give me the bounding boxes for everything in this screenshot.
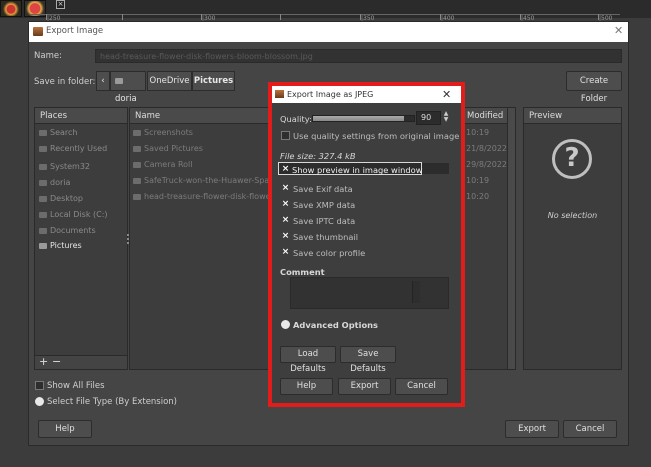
folder-icon	[133, 161, 141, 168]
jpeg-export-button[interactable]: Export	[338, 378, 391, 395]
filename-input[interactable]: head-treasure-flower-disk-flowers-bloom-…	[95, 49, 622, 63]
modified-cell: 10:20	[466, 192, 490, 201]
create-folder-button[interactable]: Create Folder	[566, 71, 622, 104]
remove-place-button[interactable]: −	[52, 355, 61, 368]
file-row[interactable]: SafeTruck-won-the-Huawer-Spark-l	[133, 176, 282, 185]
folder-icon	[115, 77, 123, 84]
show-preview-checkbox[interactable]: ×	[281, 165, 290, 174]
folder-icon	[39, 179, 47, 186]
save-thumbnail-label: Save thumbnail	[293, 232, 359, 242]
modified-header[interactable]: Modified	[465, 108, 507, 124]
comment-label: Comment	[280, 267, 325, 277]
save-thumbnail-checkbox[interactable]: ×	[281, 232, 290, 241]
comment-textarea[interactable]	[290, 277, 449, 309]
select-file-type-label[interactable]: Select File Type (By Extension)	[47, 397, 177, 407]
comment-scrollbar[interactable]	[412, 281, 420, 303]
folder-icon	[133, 145, 141, 152]
quality-slider-fill	[313, 116, 404, 121]
breadcrumb-pictures[interactable]: Pictures	[192, 71, 235, 91]
drive-icon	[39, 211, 47, 218]
place-system32[interactable]: System32	[39, 162, 90, 171]
quality-slider[interactable]	[312, 115, 415, 122]
no-selection-label: No selection	[547, 211, 598, 220]
preview-panel: Preview ? No selection	[523, 107, 622, 370]
gimp-icon	[33, 27, 43, 36]
file-row[interactable]: head-treasure-flower-disk-flowers	[133, 192, 278, 201]
show-all-files-label: Show All Files	[47, 381, 105, 391]
files-scrollbar[interactable]	[507, 108, 515, 369]
show-preview-label: Show preview in image window	[292, 165, 423, 175]
question-mark-icon: ?	[552, 139, 592, 179]
modified-cell: 21/8/2022	[466, 144, 508, 153]
quality-spinbox[interactable]: 90	[416, 111, 441, 125]
folder-icon	[39, 242, 47, 249]
file-icon	[133, 177, 141, 184]
preview-header: Preview	[524, 108, 621, 124]
dialog-title: Export Image	[46, 26, 104, 36]
add-place-button[interactable]: +	[39, 355, 48, 368]
file-row[interactable]: Saved Pictures	[133, 144, 203, 153]
clock-icon	[39, 145, 47, 152]
use-original-quality-checkbox[interactable]	[281, 131, 290, 140]
file-row[interactable]: Screenshots	[133, 128, 193, 137]
name-label: Name:	[34, 51, 62, 61]
folder-icon	[39, 227, 47, 234]
help-button[interactable]: Help	[38, 420, 92, 438]
jpeg-help-button[interactable]: Help	[280, 378, 333, 395]
save-xmp-label: Save XMP data	[293, 200, 356, 210]
place-desktop[interactable]: Desktop	[39, 194, 83, 203]
advanced-options-label[interactable]: Advanced Options	[293, 320, 378, 330]
folder-icon	[39, 195, 47, 202]
search-icon	[39, 129, 47, 136]
close-icon[interactable]: ✕	[442, 88, 451, 101]
dialog-titlebar: Export Image ✕	[29, 22, 628, 42]
place-recently-used[interactable]: Recently Used	[39, 144, 107, 153]
export-jpeg-dialog: Export Image as JPEG ✕ Quality: 90 ▲ ▼ Us…	[272, 86, 461, 403]
modified-cell: 29/8/2022	[466, 160, 508, 169]
save-iptc-checkbox[interactable]: ×	[281, 216, 290, 225]
place-doria[interactable]: doria	[39, 178, 70, 187]
places-panel: Places Search Recently Used System32 dor…	[34, 107, 128, 370]
folder-icon	[133, 129, 141, 136]
place-local-disk[interactable]: Local Disk (C:)	[39, 210, 108, 219]
load-defaults-button[interactable]: Load Defaults	[280, 346, 336, 374]
breadcrumb-doria[interactable]: doria	[110, 71, 146, 104]
place-search[interactable]: Search	[39, 128, 77, 137]
jpeg-dialog-titlebar: Export Image as JPEG ✕	[272, 86, 461, 103]
save-color-profile-label: Save color profile	[293, 248, 366, 258]
quality-stepper[interactable]: ▲ ▼	[442, 111, 450, 125]
close-tab-icon[interactable]: ×	[56, 0, 65, 9]
gimp-icon	[275, 90, 284, 98]
save-in-folder-label: Save in folder:	[34, 77, 96, 87]
image-thumbnail-1[interactable]	[0, 0, 22, 17]
places-header: Places	[35, 108, 127, 124]
save-color-profile-checkbox[interactable]: ×	[281, 248, 290, 257]
close-icon[interactable]: ✕	[614, 24, 623, 37]
place-documents[interactable]: Documents	[39, 226, 96, 235]
show-all-files-checkbox[interactable]	[35, 381, 44, 390]
cancel-button[interactable]: Cancel	[563, 420, 617, 438]
advanced-options-expander[interactable]	[281, 320, 290, 329]
modified-cell: 10:19	[466, 128, 490, 137]
modified-cell: 10:19	[466, 176, 490, 185]
export-button[interactable]: Export	[505, 420, 559, 438]
jpeg-cancel-button[interactable]: Cancel	[395, 378, 448, 395]
save-xmp-checkbox[interactable]: ×	[281, 200, 290, 209]
save-defaults-button[interactable]: Save Defaults	[340, 346, 396, 374]
file-row[interactable]: Camera Roll	[133, 160, 192, 169]
save-exif-checkbox[interactable]: ×	[281, 184, 290, 193]
select-file-type-expander[interactable]	[35, 397, 44, 406]
save-iptc-label: Save IPTC data	[293, 216, 356, 226]
folder-icon	[39, 163, 47, 170]
save-exif-label: Save Exif data	[293, 184, 353, 194]
place-pictures[interactable]: Pictures	[39, 241, 82, 250]
image-file-icon	[133, 193, 141, 200]
file-size-label: File size: 327.4 kB	[280, 151, 356, 161]
quality-label: Quality:	[280, 114, 312, 124]
breadcrumb-onedrive[interactable]: OneDrive	[147, 71, 192, 91]
use-original-quality-label: Use quality settings from original image	[293, 131, 460, 141]
breadcrumb-back-button[interactable]: ‹	[96, 71, 110, 91]
jpeg-dialog-title: Export Image as JPEG	[287, 90, 374, 99]
